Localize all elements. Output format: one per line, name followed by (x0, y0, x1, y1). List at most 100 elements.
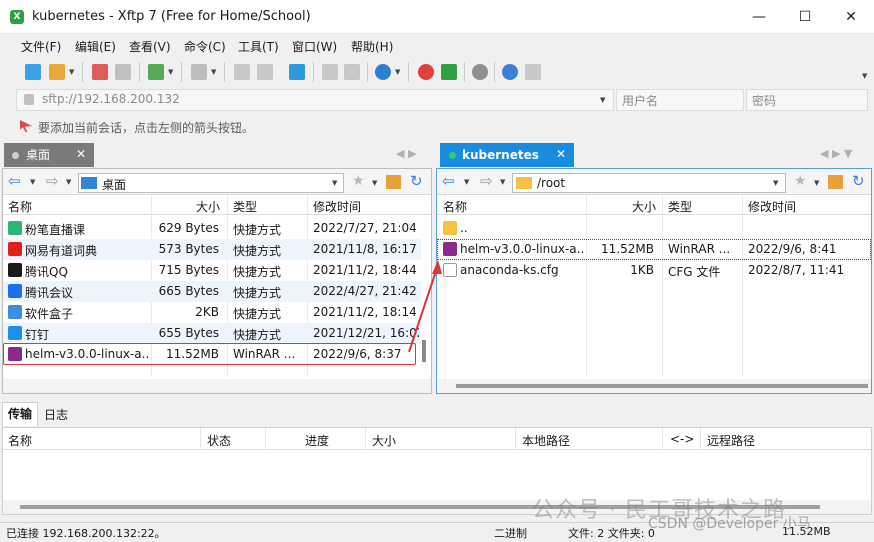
xftp-logo-icon: X (10, 10, 24, 24)
maximize-button[interactable]: ☐ (782, 0, 828, 34)
close-button[interactable]: ✕ (828, 0, 874, 34)
col-size[interactable]: 大小 (632, 198, 656, 215)
cell-type: 快捷方式 (233, 223, 282, 237)
xftp-icon[interactable] (441, 64, 457, 80)
chevron-down-icon[interactable]: ▼ (211, 68, 216, 76)
home-icon[interactable] (386, 175, 401, 189)
address-input[interactable]: sftp://192.168.200.132 (42, 92, 180, 106)
th-progress[interactable]: 进度 (305, 432, 329, 449)
tab-scroll-left-icon[interactable]: ◀ ▶ (396, 147, 416, 160)
chevron-down-icon[interactable]: ▼ (600, 96, 605, 104)
menu-view[interactable]: 查看(V) (129, 38, 171, 55)
cell-name: 软件盒子 (25, 307, 74, 321)
th-remote-path[interactable]: 远程路径 (707, 432, 755, 449)
menu-edit[interactable]: 编辑(E) (75, 38, 116, 55)
star-icon[interactable]: ★ (794, 173, 807, 189)
col-name[interactable]: 名称 (8, 198, 32, 215)
paste-icon[interactable] (344, 64, 360, 80)
cell-name: 钉钉 (25, 328, 50, 342)
th-local-path[interactable]: 本地路径 (522, 432, 570, 449)
col-mtime[interactable]: 修改时间 (313, 198, 361, 215)
local-scrollbar[interactable] (422, 340, 426, 362)
back-arrow-icon[interactable]: ⇦ (442, 172, 455, 190)
menu-help[interactable]: 帮助(H) (351, 38, 393, 55)
status-transfer-mode: 二进制 (494, 527, 527, 540)
toolbar-divider (494, 62, 495, 82)
toolbar-overflow-icon[interactable]: ▼ (862, 72, 867, 80)
cell-name: .. (460, 221, 468, 235)
close-icon[interactable]: ✕ (76, 147, 86, 161)
home-icon[interactable] (828, 175, 843, 189)
app-icon (8, 326, 22, 340)
th-status[interactable]: 状态 (207, 432, 231, 449)
chevron-down-icon[interactable]: ▼ (500, 178, 505, 186)
bottom-tab-bar (2, 402, 872, 426)
toolbar-divider (408, 62, 409, 82)
tab-scroll-icon[interactable]: ◀ ▶ ▼ (820, 147, 852, 160)
th-name[interactable]: 名称 (8, 432, 32, 449)
refresh-icon[interactable]: ↻ (410, 172, 423, 190)
tab-remote-kubernetes[interactable]: kubernetes (440, 143, 574, 167)
tab-log[interactable]: 日志 (44, 406, 68, 423)
col-name[interactable]: 名称 (443, 198, 467, 215)
local-path-text: 桌面 (102, 178, 127, 192)
th-direction[interactable]: <-> (670, 432, 694, 446)
chat-icon[interactable] (525, 64, 541, 80)
chevron-down-icon[interactable]: ▼ (395, 68, 400, 76)
chevron-down-icon[interactable]: ▼ (30, 178, 35, 186)
copy-icon[interactable] (322, 64, 338, 80)
app-icon (8, 284, 22, 298)
chevron-down-icon[interactable]: ▼ (332, 179, 337, 187)
reconnect-icon[interactable] (115, 64, 131, 80)
close-icon[interactable]: ✕ (556, 147, 566, 161)
connected-dot-icon (449, 152, 456, 159)
cell-name: 网易有道词典 (25, 244, 98, 258)
app-icon (8, 221, 22, 235)
xshell-icon[interactable] (418, 64, 434, 80)
remote-path-text: /root (537, 176, 566, 190)
cell-type: 快捷方式 (233, 244, 282, 258)
cell-type: 快捷方式 (233, 328, 282, 342)
th-size[interactable]: 大小 (372, 432, 396, 449)
terminal-icon[interactable] (191, 64, 207, 80)
sync-arrows-icon[interactable] (289, 64, 305, 80)
hint-text: 要添加当前会话，点击左侧的箭头按钮。 (38, 121, 255, 135)
new-session-icon[interactable] (25, 64, 41, 80)
globe-icon[interactable] (375, 64, 391, 80)
remote-hscrollbar-thumb[interactable] (456, 384, 868, 388)
menu-file[interactable]: 文件(F) (21, 38, 61, 55)
local-hscrollbar[interactable] (3, 379, 431, 393)
gear-icon[interactable] (472, 64, 488, 80)
star-icon[interactable]: ★ (352, 173, 365, 189)
chevron-down-icon[interactable]: ▼ (814, 179, 819, 187)
tab-transfer[interactable]: 传输 (2, 402, 38, 426)
chevron-down-icon[interactable]: ▼ (464, 178, 469, 186)
minimize-button[interactable]: — (736, 0, 782, 34)
menu-tools[interactable]: 工具(T) (238, 38, 279, 55)
download-icon[interactable] (257, 64, 273, 80)
help-icon[interactable] (502, 64, 518, 80)
cell-type: CFG 文件 (668, 265, 721, 279)
forward-arrow-icon[interactable]: ⇨ (480, 172, 493, 190)
chevron-down-icon[interactable]: ▼ (168, 68, 173, 76)
col-type[interactable]: 类型 (668, 198, 692, 215)
properties-icon[interactable] (148, 64, 164, 80)
app-icon (8, 242, 22, 256)
menu-command[interactable]: 命令(C) (184, 38, 226, 55)
col-size[interactable]: 大小 (196, 198, 220, 215)
chevron-down-icon[interactable]: ▼ (372, 179, 377, 187)
back-arrow-icon[interactable]: ⇦ (8, 172, 21, 190)
cell-size: 573 Bytes (158, 242, 219, 256)
forward-arrow-icon[interactable]: ⇨ (46, 172, 59, 190)
chevron-down-icon[interactable]: ▼ (66, 178, 71, 186)
cell-mtime: 2022/4/27, 21:42 (313, 284, 417, 298)
menu-window[interactable]: 窗口(W) (292, 38, 337, 55)
chevron-down-icon[interactable]: ▼ (773, 179, 778, 187)
open-folder-icon[interactable] (49, 64, 65, 80)
disconnect-icon[interactable] (92, 64, 108, 80)
refresh-icon[interactable]: ↻ (852, 172, 865, 190)
col-type[interactable]: 类型 (233, 198, 257, 215)
chevron-down-icon[interactable]: ▼ (69, 68, 74, 76)
col-mtime[interactable]: 修改时间 (748, 198, 796, 215)
upload-icon[interactable] (234, 64, 250, 80)
